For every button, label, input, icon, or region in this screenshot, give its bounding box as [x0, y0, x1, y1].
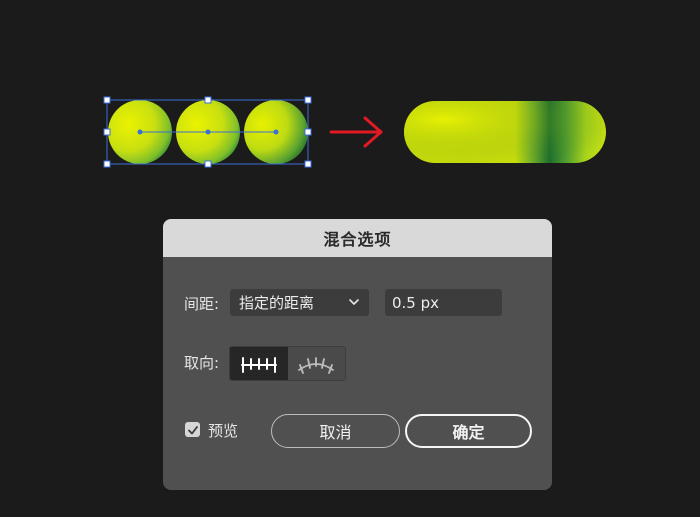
cancel-button[interactable]: 取消 — [271, 414, 400, 448]
orientation-align-to-path-button[interactable] — [287, 347, 345, 380]
preview-checkbox[interactable] — [185, 422, 200, 437]
spacing-mode-value: 指定的距离 — [239, 294, 315, 312]
checkmark-icon — [187, 425, 198, 434]
align-to-page-icon — [240, 356, 277, 373]
ok-button[interactable]: 确定 — [405, 414, 532, 448]
blended-result-shape — [404, 101, 606, 163]
chevron-down-icon — [349, 299, 359, 305]
orientation-align-to-page-button[interactable] — [230, 347, 288, 380]
spacing-mode-select[interactable]: 指定的距离 — [230, 289, 369, 316]
align-to-path-icon — [298, 356, 335, 374]
arrow-right-icon — [329, 116, 383, 148]
artboard: 混合选项 间距: 指定的距离 0.5 px 取向: 预览 取消 确定 — [0, 0, 700, 517]
blend-options-dialog: 混合选项 间距: 指定的距离 0.5 px 取向: 预览 取消 确定 — [163, 219, 552, 490]
dialog-titlebar[interactable]: 混合选项 — [163, 219, 552, 257]
artwork-area — [103, 96, 606, 168]
preview-label: 预览 — [208, 422, 239, 440]
spacing-value-text: 0.5 px — [392, 293, 440, 312]
spacing-value-input[interactable]: 0.5 px — [385, 289, 502, 316]
spacing-label: 间距: — [184, 295, 220, 313]
orientation-toggle-group — [229, 346, 346, 381]
dialog-title: 混合选项 — [323, 230, 392, 249]
orientation-label: 取向: — [184, 354, 220, 372]
